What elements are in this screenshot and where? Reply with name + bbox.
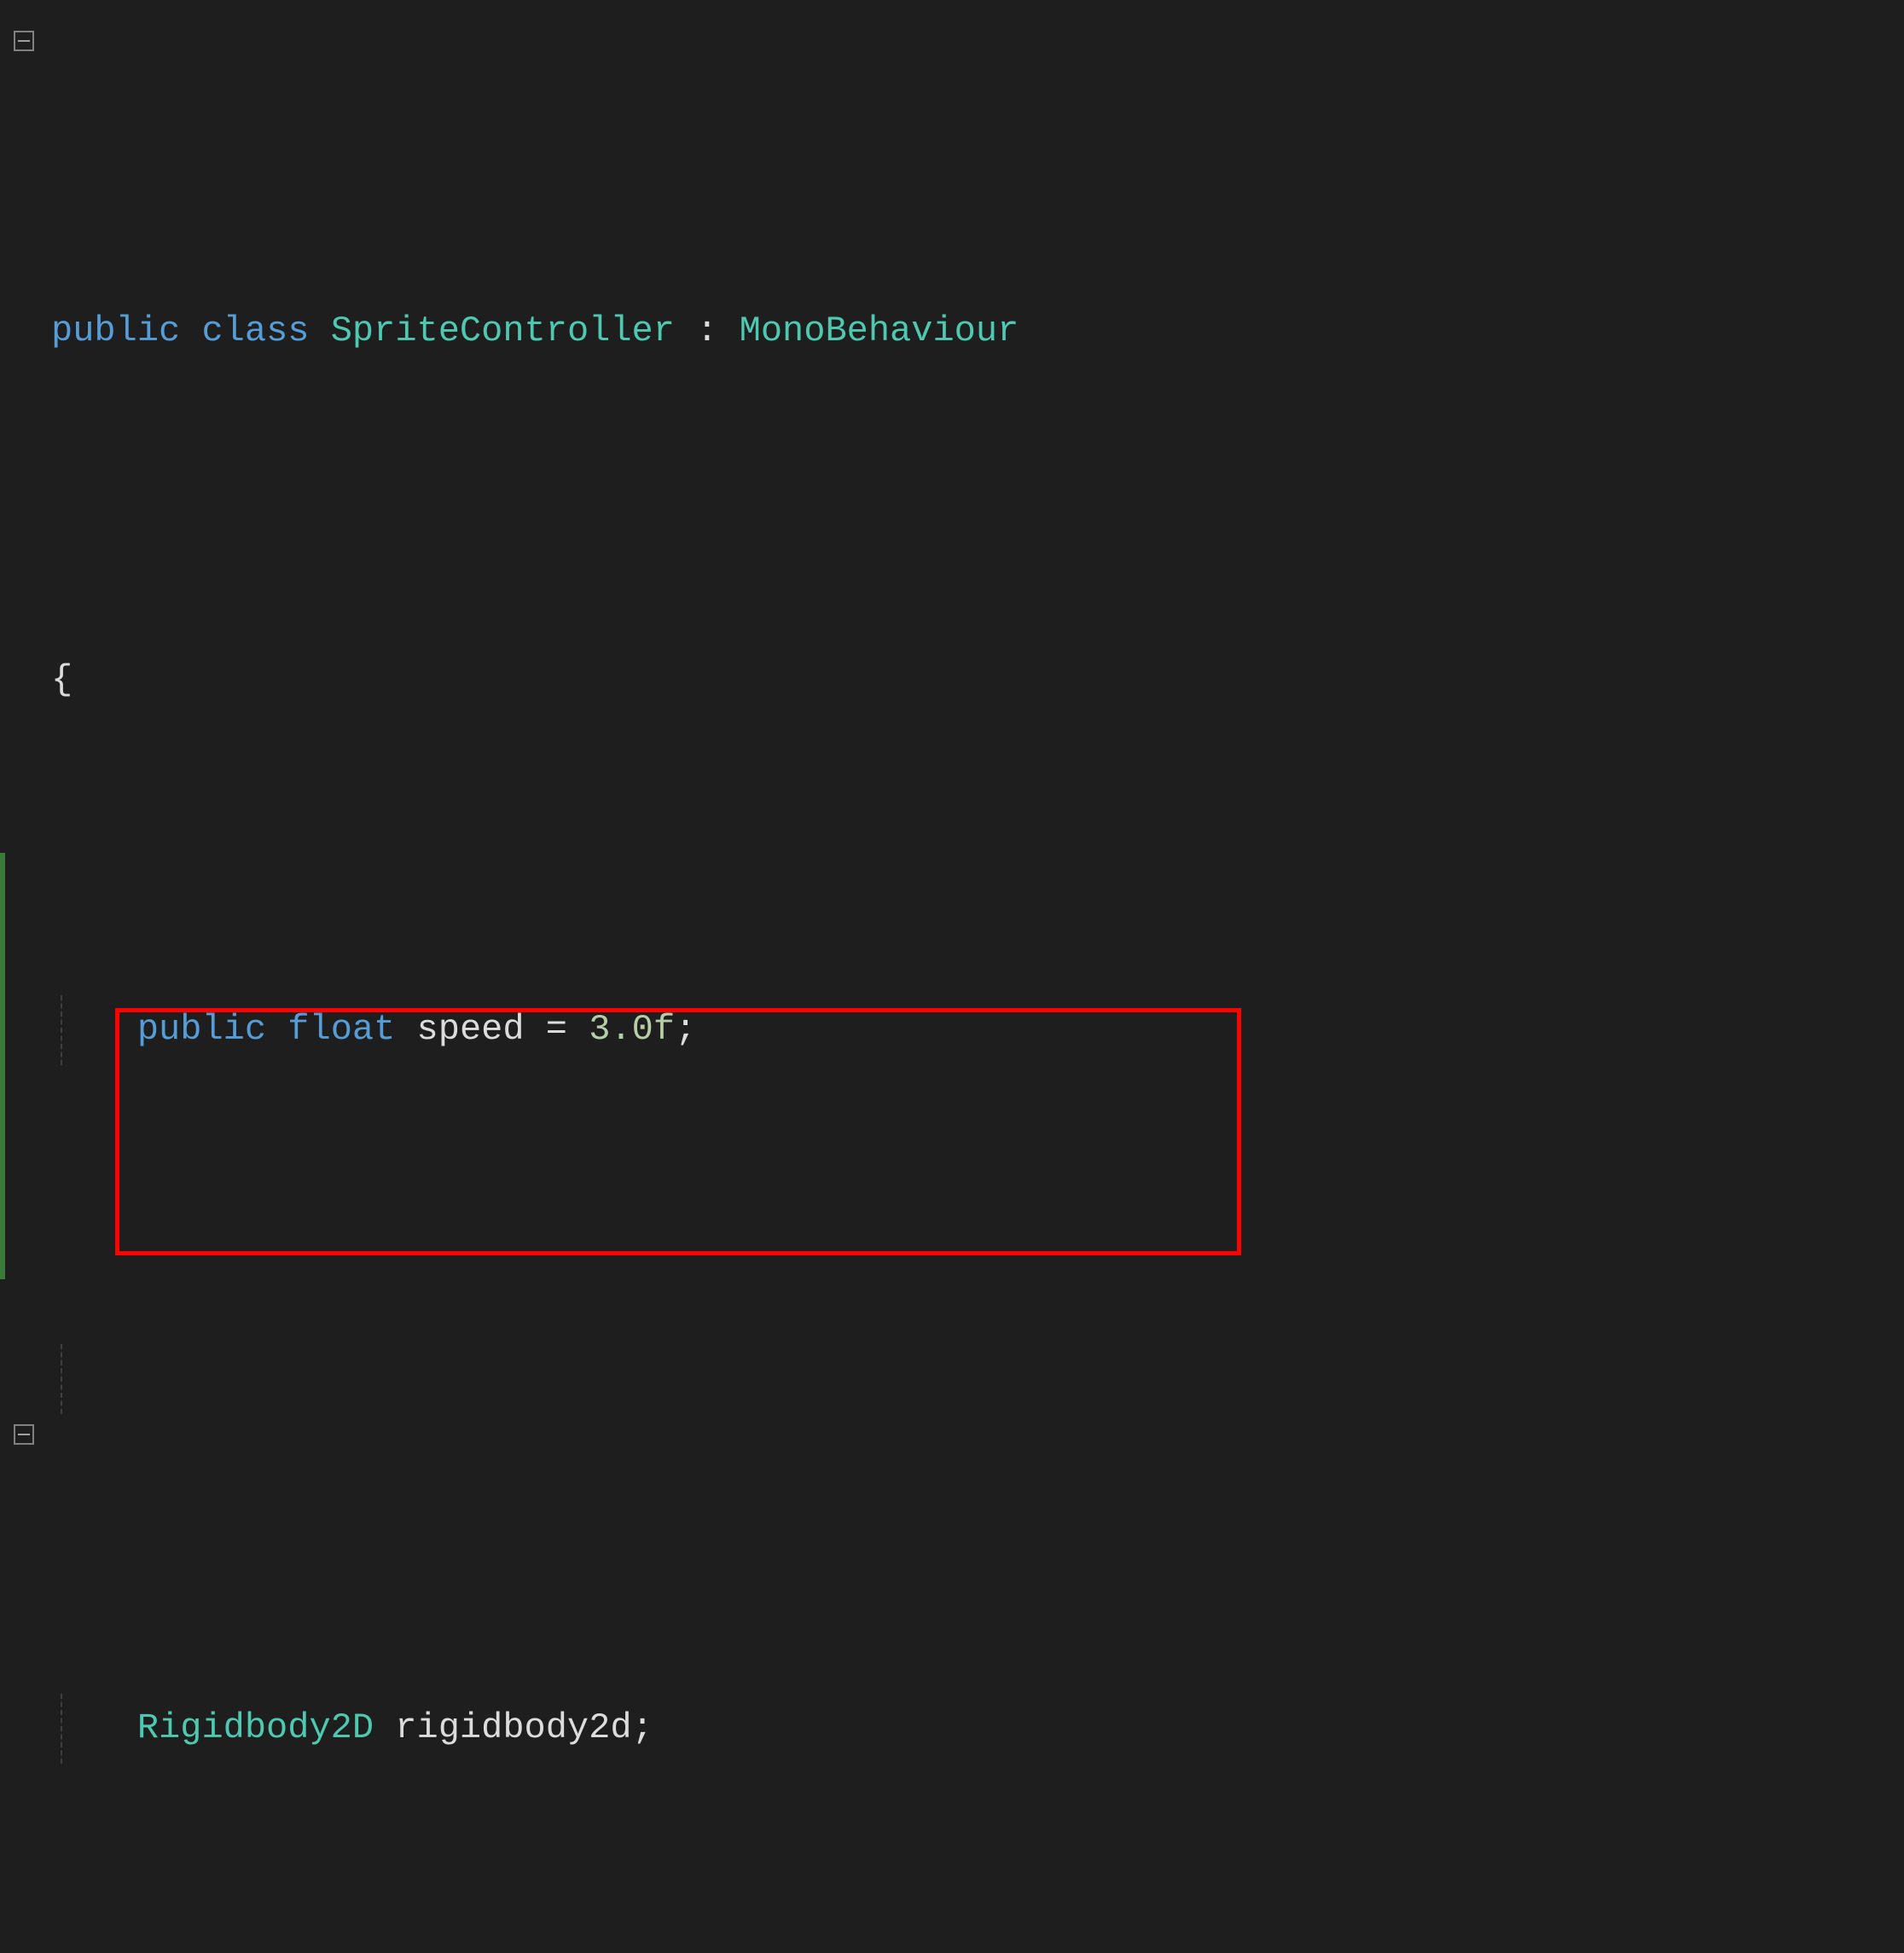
keyword: public <box>51 310 180 351</box>
brace: { <box>51 659 73 700</box>
code-line[interactable]: public class SpriteController : MonoBeha… <box>51 297 1298 367</box>
identifier: speed <box>417 1009 525 1050</box>
number: 3.0f <box>589 1009 675 1050</box>
code-line[interactable]: Rigidbody2D rigidbody2d; <box>51 1694 1298 1764</box>
code-area[interactable]: public class SpriteController : MonoBeha… <box>51 17 1298 1953</box>
code-line[interactable]: public float speed = 3.0f; <box>51 995 1298 1065</box>
identifier: rigidbody2d <box>395 1707 631 1748</box>
keyword: public <box>137 1009 266 1050</box>
type-name: Rigidbody2D <box>137 1707 374 1748</box>
fold-icon[interactable] <box>14 1424 34 1445</box>
keyword: class <box>201 310 309 351</box>
type-name: SpriteController <box>331 310 675 351</box>
fold-icon[interactable] <box>14 31 34 51</box>
type-name: MonoBehaviour <box>740 310 1019 351</box>
code-line[interactable]: { <box>51 646 1298 716</box>
punct: : <box>696 310 717 351</box>
keyword: float <box>287 1009 395 1050</box>
code-editor[interactable]: public class SpriteController : MonoBeha… <box>0 0 1904 1953</box>
gutter <box>0 0 43 1953</box>
code-line[interactable] <box>51 1344 1298 1414</box>
